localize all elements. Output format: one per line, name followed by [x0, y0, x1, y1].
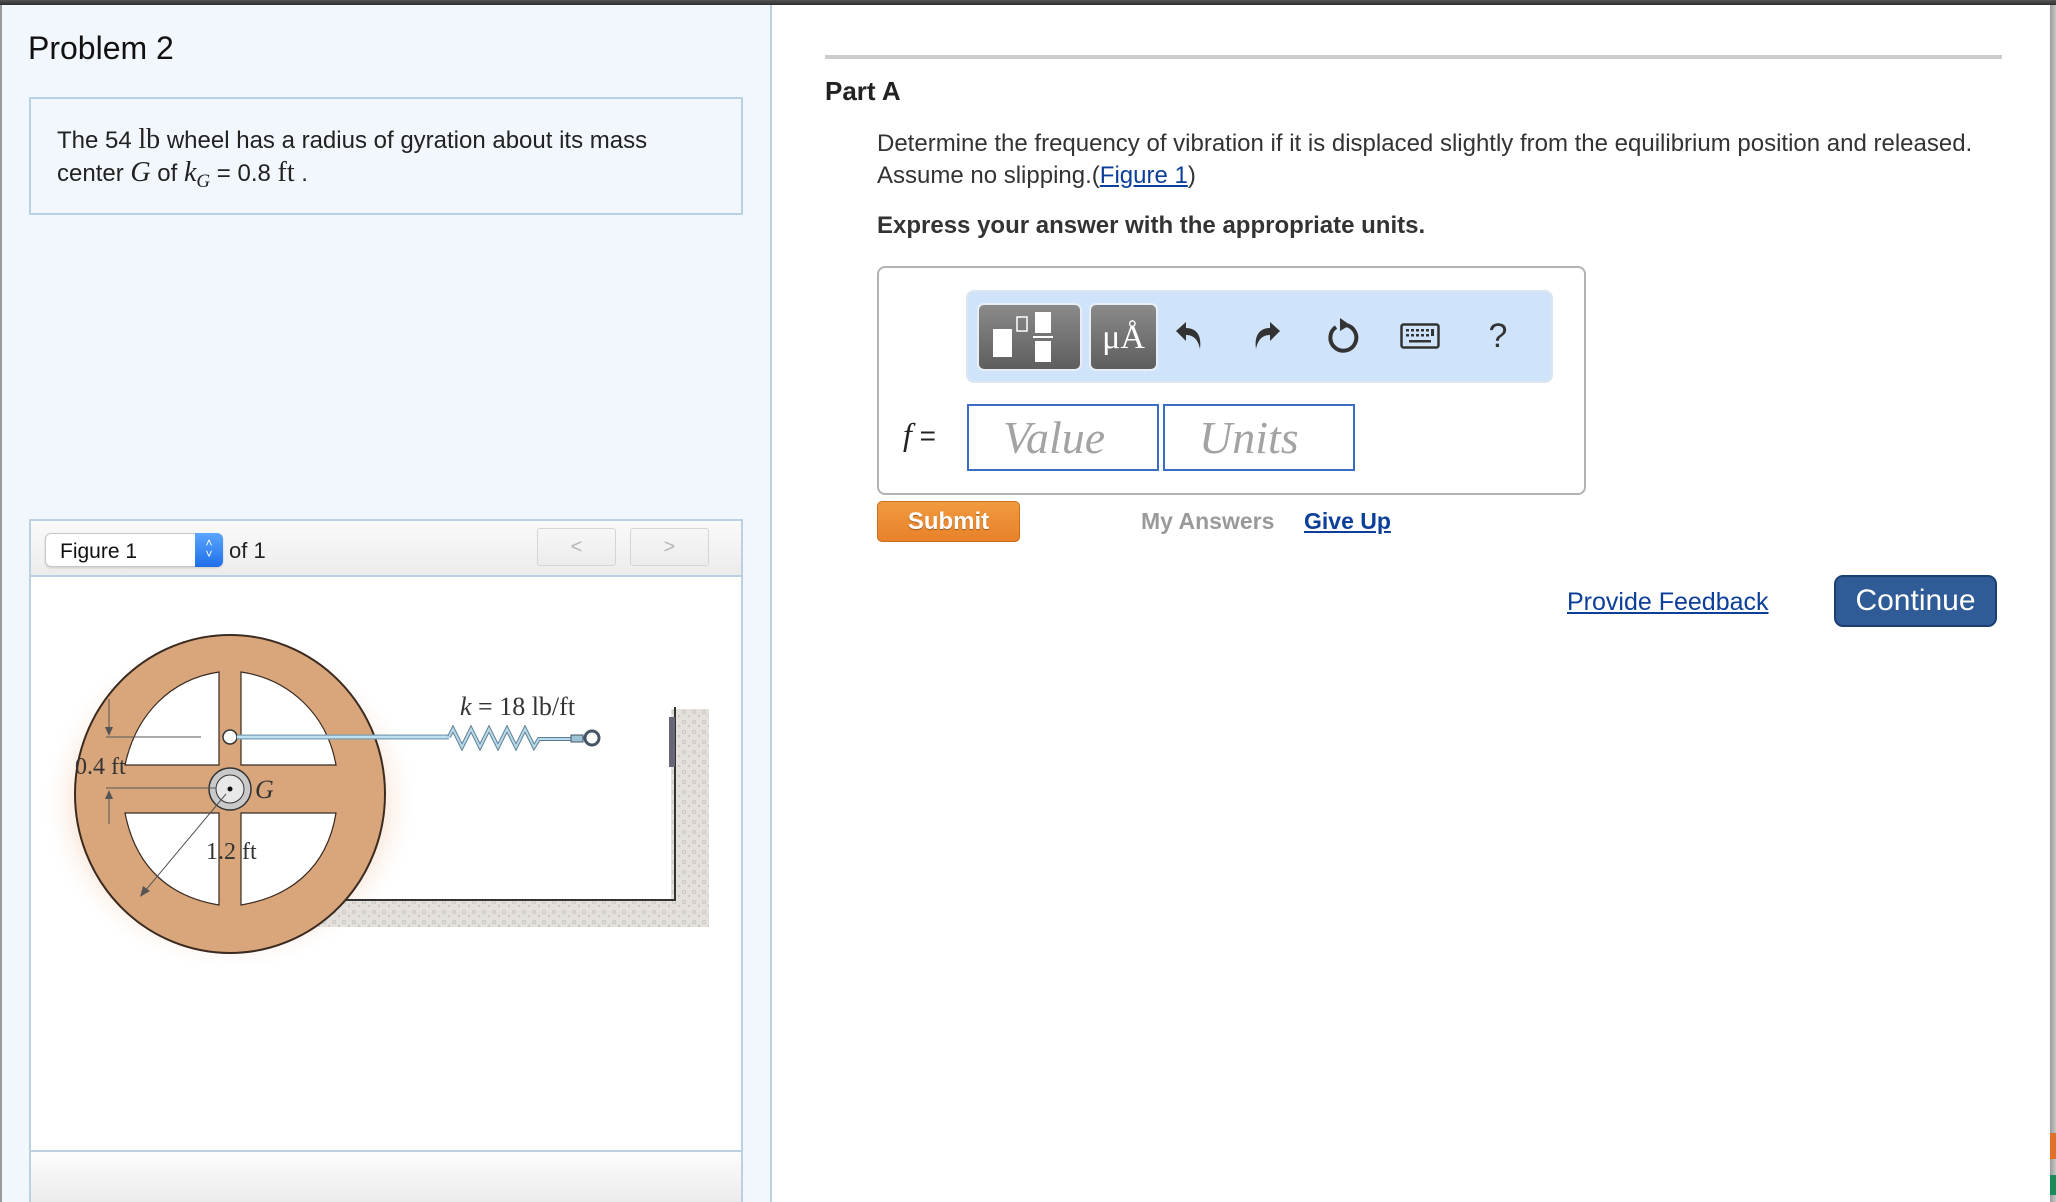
spring-eye	[583, 729, 601, 747]
figure-link[interactable]: Figure 1	[1100, 162, 1188, 189]
keyboard-button[interactable]	[1398, 314, 1442, 358]
question-close: )	[1187, 162, 1196, 189]
undo-button[interactable]	[1167, 314, 1211, 358]
symbol-g: G	[130, 157, 151, 188]
reset-icon	[1328, 318, 1359, 353]
dim-label-offset: 0.4 ft	[75, 754, 126, 780]
answer-box: μÅ ? f = Value Units	[877, 266, 1586, 495]
keyboard-icon	[1400, 323, 1440, 349]
my-answers-button[interactable]: My Answers	[1141, 508, 1274, 535]
previous-figure-button[interactable]: <	[537, 528, 616, 566]
equals-sign: =	[911, 420, 937, 451]
help-button[interactable]: ?	[1476, 314, 1520, 358]
spring-constant-label: k = 18 lb/ft	[460, 692, 576, 721]
question-text: Determine the frequency of vibration if …	[877, 128, 1987, 192]
spring-attachment	[222, 729, 238, 745]
part-title: Part A	[825, 76, 901, 106]
continue-button[interactable]: Continue	[1834, 575, 1997, 627]
chevron-up-down-icon: ˄ ˅	[195, 533, 223, 567]
unit-lb: lb	[138, 124, 161, 155]
statement-text: .	[294, 160, 308, 187]
redo-button[interactable]	[1245, 314, 1289, 358]
figure-select-value: Figure 1	[60, 540, 138, 563]
mass-center-dot	[227, 786, 233, 792]
figure-header: Figure 1 ˄ ˅ of 1 < >	[31, 521, 741, 577]
redo-icon	[1255, 322, 1280, 349]
units-input[interactable]	[1163, 404, 1355, 471]
wheel-spring-diagram: 0.4 ft 1.2 ft G k = 18 lb/ft	[40, 632, 709, 972]
chevron-right-icon: >	[663, 536, 676, 558]
wall-hatch	[671, 709, 709, 927]
spring-k-symbol: k	[460, 692, 472, 721]
statement-text: = 0.8	[210, 160, 278, 187]
provide-feedback-link[interactable]: Provide Feedback	[1567, 588, 1769, 617]
problem-title: Problem 2	[28, 30, 174, 66]
window-right-edge	[2050, 5, 2056, 1202]
spring-connector	[570, 734, 584, 743]
edge-marker	[2050, 1175, 2056, 1195]
templates-button[interactable]	[977, 303, 1082, 371]
reset-button[interactable]	[1321, 314, 1365, 358]
submit-button[interactable]: Submit	[877, 501, 1020, 542]
units-button[interactable]: μÅ	[1089, 303, 1158, 371]
dim-label-radius: 1.2 ft	[206, 839, 257, 865]
math-toolbar: μÅ ?	[966, 290, 1553, 383]
figure-image: 0.4 ft 1.2 ft G k = 18 lb/ft	[31, 579, 741, 1150]
wall-bracket	[669, 717, 675, 767]
symbol-k: k	[183, 157, 197, 188]
answer-instruction: Express your answer with the appropriate…	[877, 212, 1426, 239]
chevron-left-icon: <	[570, 536, 583, 558]
statement-text: The 54	[57, 127, 139, 154]
value-input[interactable]	[967, 404, 1159, 471]
edge-marker	[2050, 1133, 2056, 1159]
statement-text: of	[150, 160, 184, 187]
figure-footer	[31, 1150, 741, 1202]
figure-count: of 1	[229, 538, 266, 563]
answer-variable: f	[903, 416, 912, 452]
problem-statement: The 54 lb wheel has a radius of gyration…	[29, 97, 743, 215]
figure-select[interactable]: Figure 1 ˄ ˅	[45, 533, 223, 567]
give-up-link[interactable]: Give Up	[1304, 508, 1391, 535]
question-body: Determine the frequency of vibration if …	[877, 130, 1973, 189]
templates-icon	[993, 312, 1053, 362]
window-left-edge	[0, 5, 2, 1202]
subscript-g: G	[196, 171, 211, 192]
mass-center-label: G	[255, 775, 274, 804]
unit-ft: ft	[277, 157, 295, 188]
next-figure-button[interactable]: >	[630, 528, 709, 566]
spring-k-value: = 18 lb/ft	[472, 692, 576, 721]
figure-panel: Figure 1 ˄ ˅ of 1 < > 0.4 ft 1.2 ft G k …	[29, 519, 743, 1202]
answer-variable-label: f =	[903, 416, 936, 453]
undo-icon	[1176, 322, 1201, 349]
part-divider	[825, 55, 2002, 59]
